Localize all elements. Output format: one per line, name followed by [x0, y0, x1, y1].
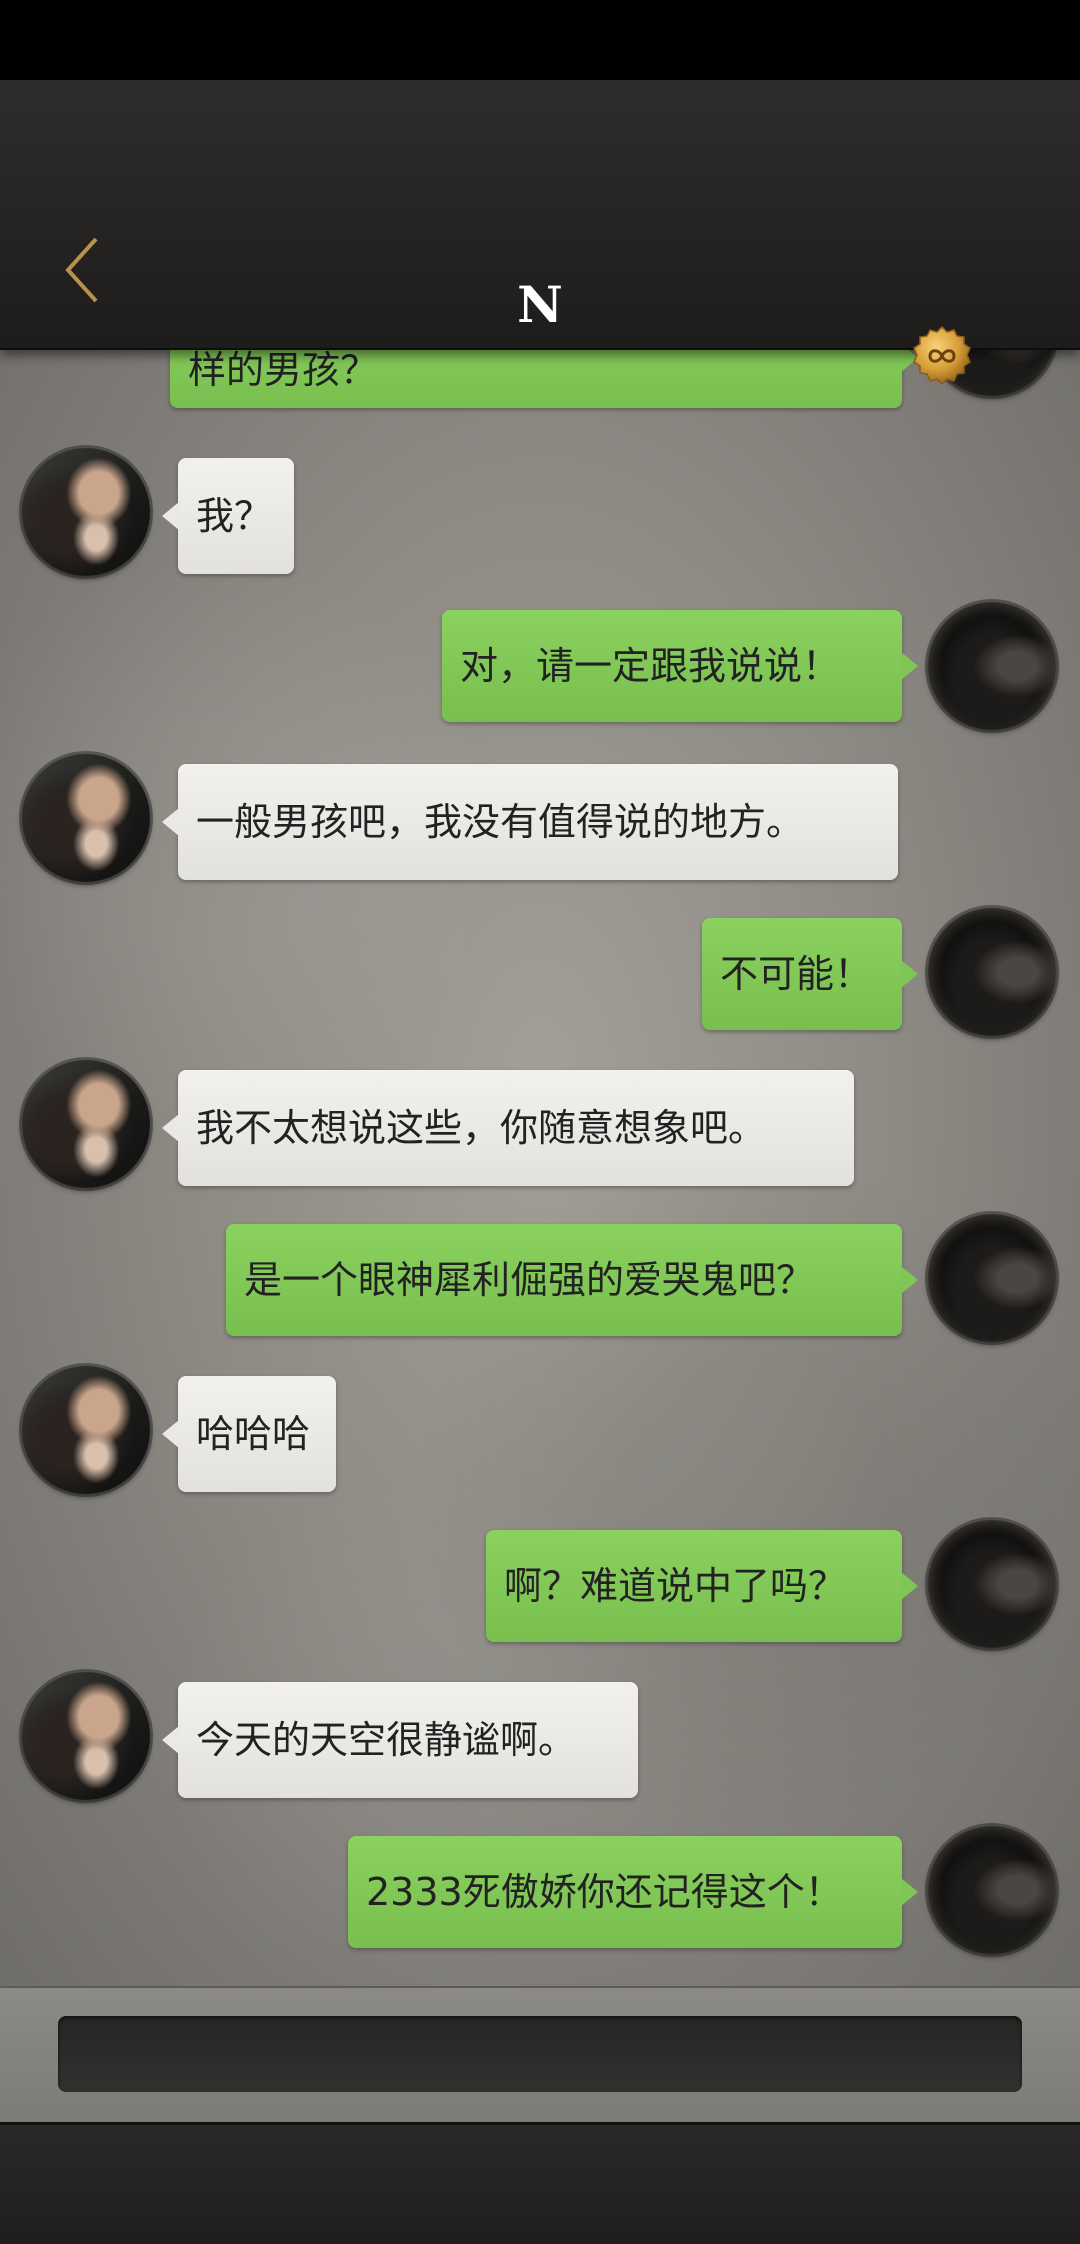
avatar-npc[interactable]	[22, 754, 150, 882]
message-bubble-outgoing: 2333死傲娇你还记得这个！	[348, 1836, 902, 1948]
avatar-npc[interactable]	[22, 1366, 150, 1494]
message-bubble-incoming: 哈哈哈	[178, 1376, 336, 1492]
avatar-player[interactable]	[928, 1520, 1056, 1648]
message-bubble-incoming: 我不太想说这些，你随意想象吧。	[178, 1070, 854, 1186]
message-text: 样的男孩？	[188, 348, 379, 392]
message-bubble-outgoing: 不可能！	[702, 918, 902, 1030]
message-text: 对，请一定跟我说说！	[460, 644, 841, 688]
message-bubble-outgoing: 啊？难道说中了吗？	[486, 1530, 902, 1642]
message-text: 2333死傲娇你还记得这个！	[366, 1870, 843, 1914]
message-bubble-outgoing: 是一个眼神犀利倔强的爱哭鬼吧？	[226, 1224, 902, 1336]
avatar-npc[interactable]	[22, 1672, 150, 1800]
avatar-player[interactable]	[928, 1214, 1056, 1342]
message-text: 啊？难道说中了吗？	[504, 1564, 847, 1608]
input-bar	[0, 1986, 1080, 2124]
chat-messages[interactable]: 样的男孩？ 我？ 对，请一定跟我说说！ 一般男孩吧，我没有值得说的地方。 不可能…	[0, 348, 1080, 1986]
message-bubble-incoming: 今天的天空很静谧啊。	[178, 1682, 638, 1798]
message-text: 今天的天空很静谧啊。	[196, 1718, 577, 1762]
message-text: 我不太想说这些，你随意想象吧。	[196, 1106, 767, 1150]
message-bubble-outgoing: 样的男孩？	[170, 348, 902, 408]
bottom-panel	[0, 2122, 1080, 2244]
message-bubble-outgoing: 对，请一定跟我说说！	[442, 610, 902, 722]
infinity-coin-button[interactable]	[910, 324, 974, 388]
message-text: 是一个眼神犀利倔强的爱哭鬼吧？	[244, 1258, 815, 1302]
status-bar	[0, 0, 1080, 80]
message-text: 不可能！	[720, 952, 873, 996]
avatar-player[interactable]	[928, 602, 1056, 730]
message-text: 一般男孩吧，我没有值得说的地方。	[196, 800, 805, 844]
message-bubble-incoming: 我？	[178, 458, 294, 574]
avatar-npc[interactable]	[22, 1060, 150, 1188]
chat-header: N	[0, 80, 1080, 386]
avatar-npc[interactable]	[22, 448, 150, 576]
message-text: 我？	[196, 494, 273, 538]
message-bubble-incoming: 一般男孩吧，我没有值得说的地方。	[178, 764, 898, 880]
message-input[interactable]	[58, 2016, 1022, 2092]
avatar-player[interactable]	[928, 1826, 1056, 1954]
message-text: 哈哈哈	[196, 1412, 311, 1456]
avatar-player[interactable]	[928, 908, 1056, 1036]
infinity-coin-icon	[913, 325, 971, 386]
